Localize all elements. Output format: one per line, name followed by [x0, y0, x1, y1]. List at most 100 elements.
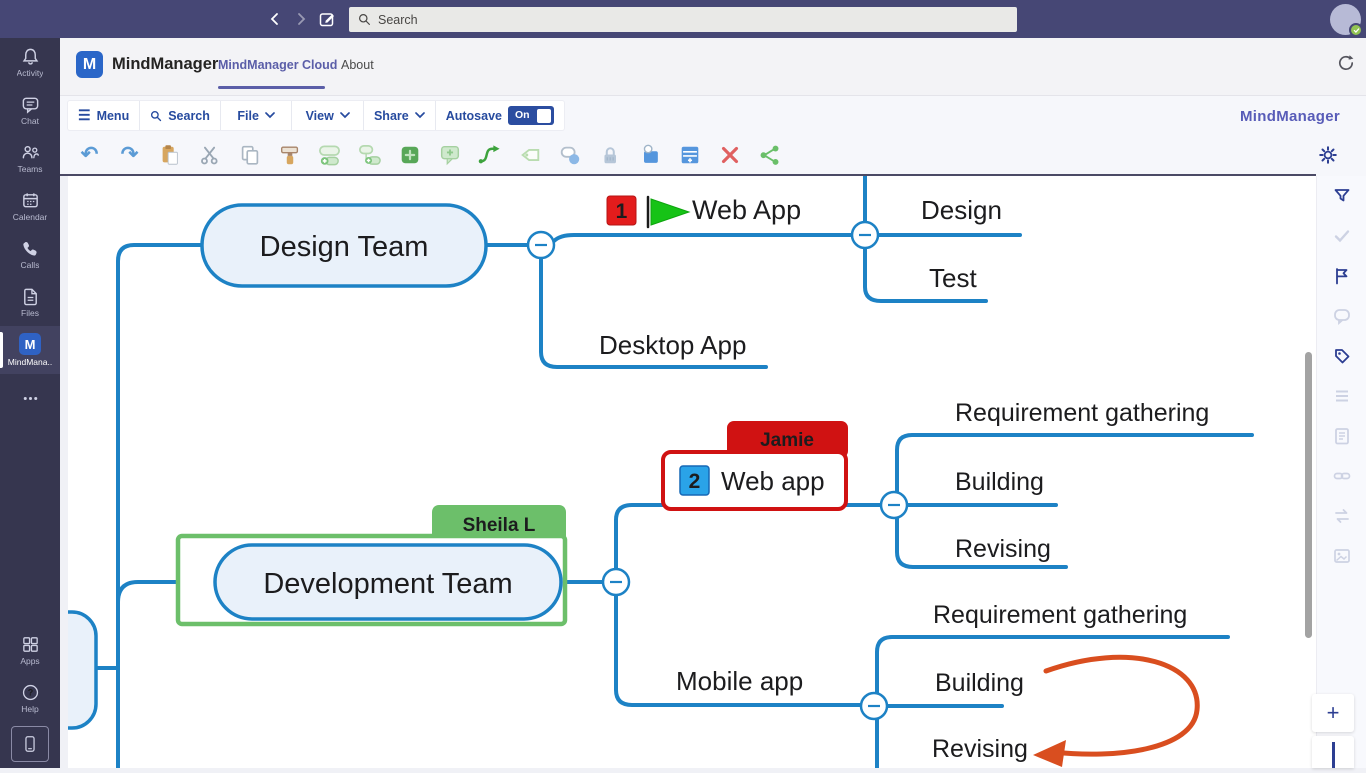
refresh-icon[interactable]: [1336, 53, 1356, 73]
zoom-in-button[interactable]: +: [1312, 694, 1354, 732]
sidebar-item-calls[interactable]: Calls: [0, 230, 60, 278]
branch-devteam: [118, 582, 178, 602]
check-icon[interactable]: [1332, 226, 1352, 246]
menu-button[interactable]: ☰Menu: [68, 101, 140, 130]
search-button[interactable]: Search: [140, 101, 221, 130]
node-req-gathering-2[interactable]: Requirement gathering: [933, 601, 1187, 629]
insert-spreadsheet-icon[interactable]: [676, 141, 703, 168]
vertical-scrollbar[interactable]: [1305, 352, 1312, 638]
collapse-toggle[interactable]: [603, 569, 629, 595]
svg-text:Desktop App: Desktop App: [599, 330, 746, 360]
node-req-gathering-1[interactable]: Requirement gathering: [955, 399, 1209, 427]
hamburger-icon: ☰: [78, 107, 91, 124]
add-tag-icon[interactable]: [516, 141, 543, 168]
back-icon[interactable]: [266, 10, 284, 28]
collapse-toggle[interactable]: [881, 492, 907, 518]
format-painter-icon[interactable]: [276, 141, 303, 168]
settings-gear-icon[interactable]: [1318, 145, 1338, 165]
filter-icon[interactable]: [1332, 186, 1352, 206]
node-web-app-top[interactable]: 1 Web App: [607, 195, 801, 227]
collapse-toggle[interactable]: [861, 693, 887, 719]
branch-webapp-top: [554, 235, 852, 241]
node-test[interactable]: Test: [929, 263, 977, 293]
node-design-team[interactable]: Design Team: [202, 205, 486, 286]
node-design[interactable]: Design: [921, 195, 1002, 225]
teams-search-box[interactable]: [349, 7, 1017, 32]
presence-available-icon: [1349, 23, 1363, 37]
right-icon-panel: [1316, 176, 1366, 768]
tag-icon[interactable]: [1332, 346, 1352, 366]
calendar-icon: [21, 191, 40, 210]
svg-text:Mobile app: Mobile app: [676, 666, 803, 696]
node-desktop-app[interactable]: Desktop App: [599, 330, 746, 360]
list-icon[interactable]: [1332, 386, 1352, 406]
relationship-arrow[interactable]: [1033, 657, 1197, 767]
swap-icon[interactable]: [1332, 506, 1352, 526]
node-building-2[interactable]: Building: [935, 669, 1024, 697]
tab-about[interactable]: About: [341, 58, 374, 72]
notes-icon[interactable]: [1332, 426, 1352, 446]
collapse-toggle[interactable]: [852, 222, 878, 248]
flag-icon[interactable]: [1332, 266, 1352, 286]
active-tab-underline: [218, 86, 325, 89]
tab-mindmanager-cloud[interactable]: MindManager Cloud: [218, 58, 337, 72]
redo-icon[interactable]: ↷: [116, 141, 143, 168]
zoom-slider-handle[interactable]: [1332, 742, 1335, 768]
teams-people-icon: [21, 143, 40, 162]
sidebar-item-files[interactable]: Files: [0, 278, 60, 326]
compose-icon[interactable]: [318, 10, 336, 28]
comment-icon[interactable]: [1332, 306, 1352, 326]
insert-image-icon[interactable]: [636, 141, 663, 168]
undo-icon[interactable]: ↶: [76, 141, 103, 168]
sidebar-item-activity[interactable]: Activity: [0, 38, 60, 86]
mindmap-canvas[interactable]: Design Team 1 Web App Design Test Deskto…: [68, 176, 1316, 768]
file-menu[interactable]: File: [221, 101, 293, 130]
teams-search-input[interactable]: [378, 13, 971, 27]
sidebar-item-teams[interactable]: Teams: [0, 134, 60, 182]
node-revising-1[interactable]: Revising: [955, 535, 1051, 563]
forward-icon[interactable]: [292, 10, 310, 28]
node-web-app[interactable]: 2 Web app: [663, 452, 846, 509]
share-menu[interactable]: Share: [364, 101, 436, 130]
view-menu[interactable]: View: [292, 101, 364, 130]
node-building-1[interactable]: Building: [955, 468, 1044, 496]
share-map-icon[interactable]: [756, 141, 783, 168]
cut-icon[interactable]: [196, 141, 223, 168]
mobile-device-button[interactable]: [11, 726, 49, 762]
svg-text:?: ?: [27, 687, 33, 697]
sidebar-item-apps[interactable]: Apps: [0, 626, 60, 674]
node-development-team[interactable]: Development Team: [215, 545, 561, 619]
sidebar-item-help[interactable]: ? Help: [0, 674, 60, 722]
node-revising-2[interactable]: Revising: [932, 735, 1028, 763]
sidebar-item-more[interactable]: [0, 374, 60, 422]
image-icon[interactable]: [1332, 546, 1352, 566]
add-topic-icon[interactable]: [316, 141, 343, 168]
chevron-down-icon: [415, 112, 425, 119]
canvas-top-border: [60, 174, 1316, 176]
add-relationship-icon[interactable]: [476, 141, 503, 168]
sidebar-item-chat[interactable]: Chat: [0, 86, 60, 134]
lock-topic-icon[interactable]: [596, 141, 623, 168]
sidebar-item-calendar[interactable]: Calendar: [0, 182, 60, 230]
sidebar-item-label: Calendar: [13, 212, 48, 222]
add-callout-icon[interactable]: [436, 141, 463, 168]
node-root[interactable]: [68, 612, 96, 728]
link-icon[interactable]: [1332, 466, 1352, 486]
sidebar-item-mindmanager[interactable]: M MindMana..: [0, 326, 60, 374]
collapse-toggle[interactable]: [528, 232, 554, 258]
paste-icon[interactable]: [156, 141, 183, 168]
avatar[interactable]: [1330, 4, 1361, 35]
delete-icon[interactable]: [716, 141, 743, 168]
svg-text:Design: Design: [921, 195, 1002, 225]
add-boundary-icon[interactable]: [556, 141, 583, 168]
svg-text:Requirement gathering: Requirement gathering: [933, 601, 1187, 629]
add-subtopic-icon[interactable]: [356, 141, 383, 168]
insert-topic-icon[interactable]: [396, 141, 423, 168]
copy-icon[interactable]: [236, 141, 263, 168]
zoom-slider[interactable]: [1312, 736, 1354, 768]
branch-req2: [877, 637, 1228, 693]
sidebar-item-label: Help: [21, 704, 38, 714]
node-mobile-app[interactable]: Mobile app: [676, 666, 803, 696]
edit-toolbar: ↶ ↷: [60, 133, 1366, 176]
autosave-toggle[interactable]: On: [508, 106, 554, 125]
